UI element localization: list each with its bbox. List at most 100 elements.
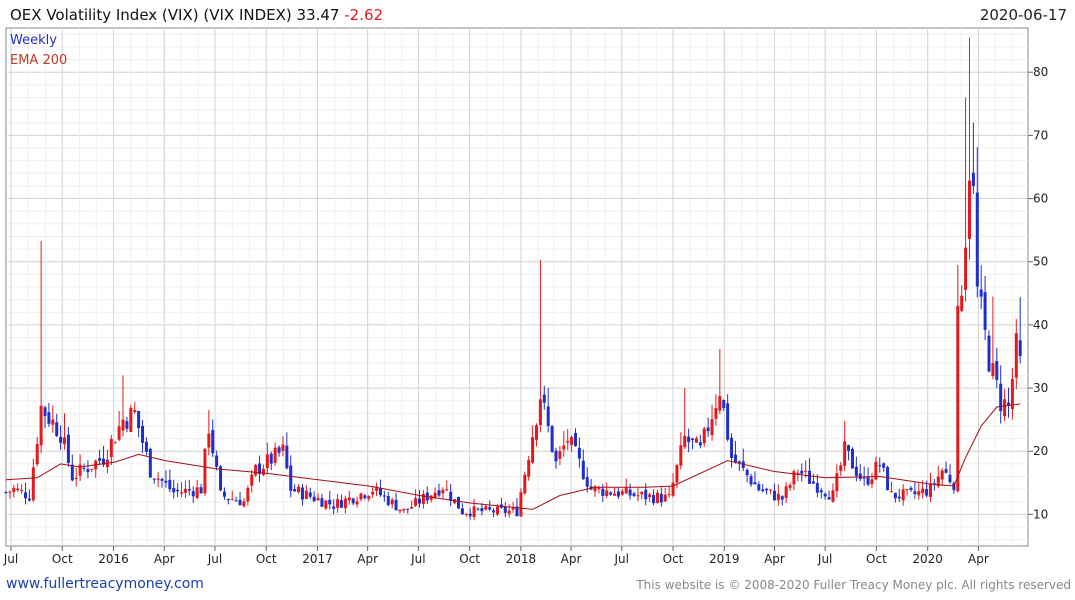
candle-body bbox=[355, 501, 359, 505]
candle-body bbox=[683, 435, 687, 448]
candle-body bbox=[176, 489, 180, 492]
candle-body bbox=[979, 289, 983, 297]
candle-body bbox=[710, 419, 714, 436]
candle-body bbox=[581, 460, 585, 480]
y-tick-label: 80 bbox=[1033, 65, 1048, 79]
candle-body bbox=[917, 491, 921, 496]
candle-body bbox=[117, 426, 121, 440]
candle-body bbox=[776, 493, 780, 501]
candle-body bbox=[784, 486, 788, 498]
candle-body bbox=[4, 491, 8, 493]
candle-body bbox=[737, 461, 741, 463]
candle-body bbox=[843, 441, 847, 466]
candle-body bbox=[308, 492, 312, 497]
candle-body bbox=[694, 438, 698, 443]
candle-body bbox=[975, 192, 979, 287]
candle-body bbox=[222, 491, 226, 497]
x-axis: Jul Oct 2016 Apr Jul Oct 2017 Apr Jul Oct 2018 Apr J… bbox=[3, 546, 989, 566]
candle-body bbox=[273, 447, 277, 463]
site-link[interactable]: www.fullertreacymoney.com bbox=[6, 576, 204, 592]
candle-body bbox=[66, 434, 70, 463]
candle-body bbox=[1003, 399, 1007, 417]
candle-body bbox=[226, 499, 230, 501]
candle-body bbox=[983, 292, 987, 330]
candle-body bbox=[706, 427, 710, 432]
candle-body bbox=[300, 487, 304, 500]
candle-body bbox=[183, 488, 187, 493]
candle-body bbox=[831, 490, 835, 502]
candle-body bbox=[687, 436, 691, 443]
candle-body bbox=[519, 492, 523, 517]
candle-body bbox=[948, 474, 952, 483]
candle-body bbox=[359, 493, 363, 500]
candle-body bbox=[164, 480, 168, 483]
candle-body bbox=[718, 396, 722, 411]
candle-body bbox=[897, 496, 901, 499]
candle-body bbox=[437, 490, 441, 496]
candle-body bbox=[889, 491, 893, 493]
candle-body bbox=[991, 363, 995, 377]
candle-body bbox=[250, 474, 254, 486]
candle-body bbox=[542, 394, 546, 403]
x-tick-label: 2019 bbox=[709, 552, 740, 566]
candle-body bbox=[246, 488, 250, 502]
candle-body bbox=[792, 471, 796, 485]
candle-body bbox=[261, 468, 265, 475]
x-tick-label: Jul bbox=[207, 552, 222, 566]
candle-body bbox=[51, 419, 55, 425]
candle-body bbox=[804, 470, 808, 472]
candle-body bbox=[554, 450, 558, 462]
candle-body bbox=[967, 180, 971, 239]
candle-body bbox=[20, 489, 24, 491]
candle-body bbox=[1014, 333, 1018, 378]
x-tick-label: Oct bbox=[459, 552, 480, 566]
candle-body bbox=[172, 488, 176, 493]
candle-body bbox=[616, 491, 620, 497]
candle-body bbox=[823, 493, 827, 497]
candle-body bbox=[691, 438, 695, 440]
candle-body bbox=[765, 488, 769, 491]
candle-body bbox=[714, 408, 718, 419]
candle-body bbox=[538, 399, 542, 426]
candle-body bbox=[207, 433, 211, 448]
candle-body bbox=[995, 361, 999, 380]
candle-body bbox=[464, 513, 468, 515]
candle-body bbox=[558, 451, 562, 459]
copyright-notice: This website is © 2008-2020 Fuller Treac… bbox=[636, 578, 1071, 592]
candle-body bbox=[726, 403, 730, 440]
x-tick-label: Oct bbox=[663, 552, 684, 566]
candle-body bbox=[191, 491, 195, 497]
candle-body bbox=[1018, 340, 1022, 357]
candle-body bbox=[675, 465, 679, 483]
candle-body bbox=[90, 468, 94, 470]
candle-body bbox=[882, 463, 886, 468]
candle-body bbox=[921, 488, 925, 494]
candle-body bbox=[297, 486, 301, 493]
x-tick-label: 2020 bbox=[912, 552, 943, 566]
candle-body bbox=[624, 487, 628, 494]
x-tick-label: 2017 bbox=[302, 552, 333, 566]
candle-body bbox=[367, 496, 371, 499]
candle-body bbox=[597, 487, 601, 490]
candle-body bbox=[913, 491, 917, 495]
candle-body bbox=[819, 490, 823, 493]
candle-body bbox=[441, 489, 445, 494]
x-tick-label: Oct bbox=[52, 552, 73, 566]
candle-body bbox=[320, 498, 324, 507]
x-tick-label: Apr bbox=[561, 552, 582, 566]
candle-body bbox=[456, 496, 460, 509]
candle-body bbox=[620, 491, 624, 495]
candle-body bbox=[16, 488, 20, 491]
x-tick-label: Apr bbox=[764, 552, 785, 566]
candle-body bbox=[371, 491, 375, 495]
candle-body bbox=[12, 487, 16, 492]
x-tick-label: Jul bbox=[3, 552, 18, 566]
candle-body bbox=[753, 482, 757, 485]
candle-body bbox=[663, 494, 667, 502]
y-tick-label: 10 bbox=[1033, 507, 1048, 521]
candle-body bbox=[531, 437, 535, 463]
candle-body bbox=[55, 422, 59, 436]
candle-body bbox=[928, 483, 932, 497]
candle-body bbox=[495, 506, 499, 515]
candle-body bbox=[648, 494, 652, 498]
